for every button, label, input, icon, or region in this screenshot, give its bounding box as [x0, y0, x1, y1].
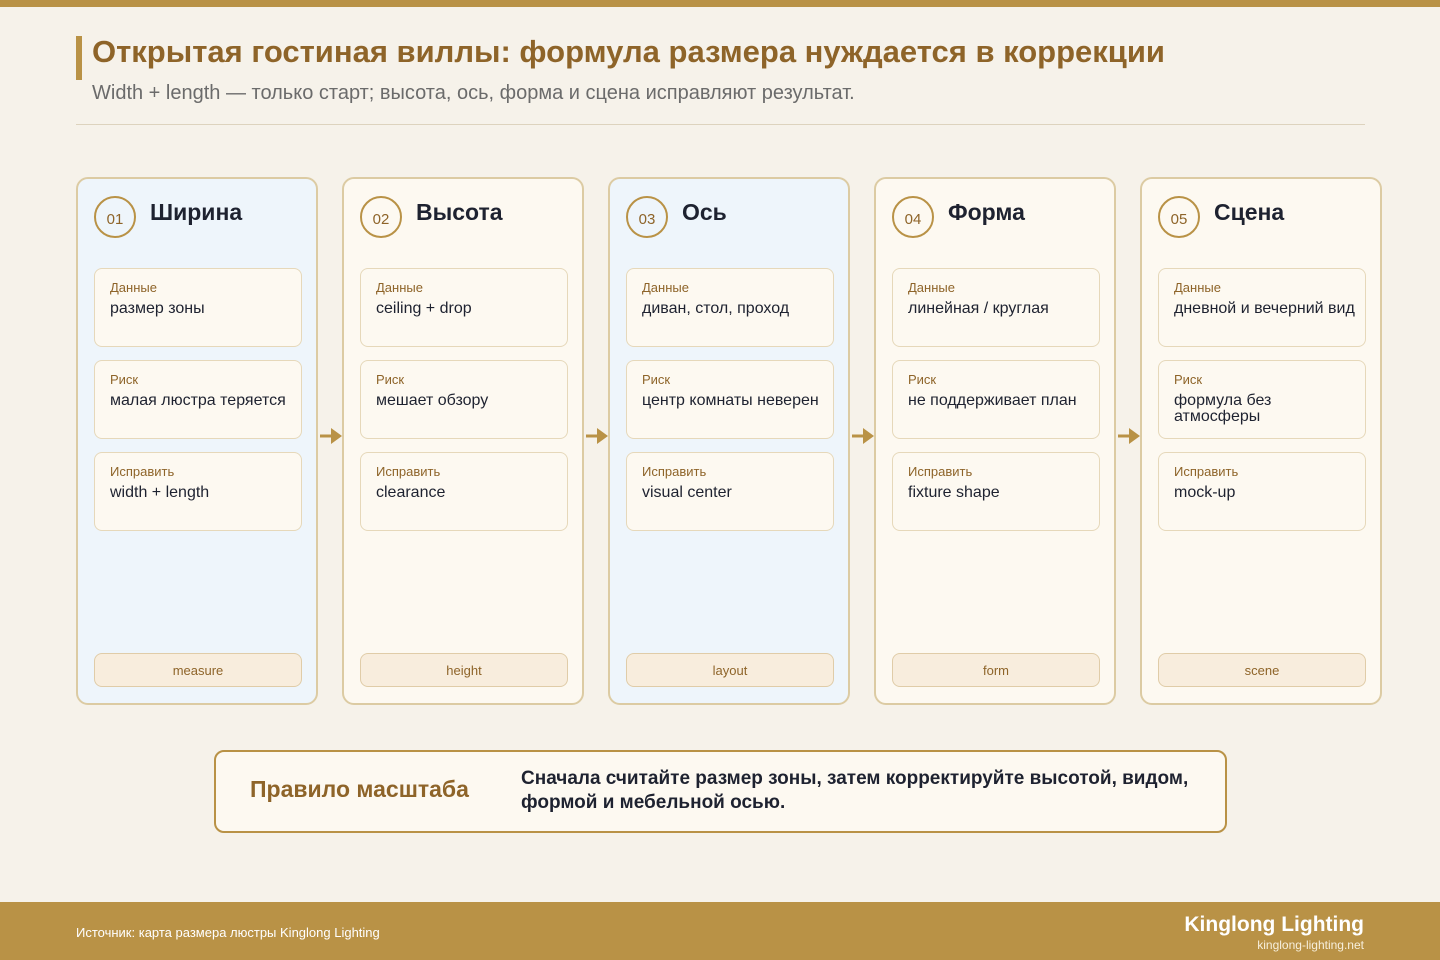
- field-label: Данные: [642, 280, 689, 295]
- field-value: clearance: [376, 484, 446, 501]
- field-label: Риск: [376, 372, 405, 387]
- fix-field: Исправить visual center: [626, 452, 834, 531]
- field-label: Исправить: [110, 464, 175, 479]
- field-label: Данные: [1174, 280, 1221, 295]
- step-number: 02: [360, 196, 402, 238]
- arrow-right-icon: [1118, 428, 1140, 444]
- field-label: Данные: [110, 280, 157, 295]
- step-card-scene: 05 Сцена Данные дневной и вечерний вид Р…: [1140, 177, 1382, 705]
- field-label: Исправить: [642, 464, 707, 479]
- step-number: 05: [1158, 196, 1200, 238]
- fix-field: Исправить width + length: [94, 452, 302, 531]
- field-value: visual center: [642, 484, 732, 501]
- step-tag: scene: [1158, 653, 1366, 687]
- field-value: mock-up: [1174, 484, 1236, 501]
- data-field: Данные размер зоны: [94, 268, 302, 347]
- field-value: дневной и вечерний вид: [1174, 300, 1355, 317]
- step-title: Ширина: [150, 199, 243, 225]
- field-label: Исправить: [1174, 464, 1239, 479]
- data-field: Данные ceiling + drop: [360, 268, 568, 347]
- field-label: Данные: [908, 280, 955, 295]
- step-card-height: 02 Высота Данные ceiling + drop Риск меш…: [342, 177, 584, 705]
- risk-field: Риск не поддерживает план: [892, 360, 1100, 439]
- field-value: width + length: [110, 484, 210, 501]
- field-label: Риск: [642, 372, 671, 387]
- field-value: ceiling + drop: [376, 300, 472, 317]
- arrow-right-icon: [852, 428, 874, 444]
- source-note: Источник: карта размера люстры Kinglong …: [76, 925, 380, 940]
- step-card-axis: 03 Ось Данные диван, стол, проход Риск ц…: [608, 177, 850, 705]
- field-value: центр комнаты неверен: [642, 392, 819, 409]
- risk-field: Риск формула без атмосферы: [1158, 360, 1366, 439]
- step-tag: measure: [94, 653, 302, 687]
- risk-field: Риск центр комнаты неверен: [626, 360, 834, 439]
- data-field: Данные диван, стол, проход: [626, 268, 834, 347]
- scale-rule-box: Правило масштаба Сначала считайте размер…: [214, 750, 1227, 833]
- data-field: Данные дневной и вечерний вид: [1158, 268, 1366, 347]
- field-label: Риск: [110, 372, 139, 387]
- field-label: Риск: [1174, 372, 1203, 387]
- step-title: Сцена: [1214, 199, 1285, 225]
- page-title: Открытая гостиная виллы: формула размера…: [92, 34, 1165, 69]
- step-number: 04: [892, 196, 934, 238]
- step-tag: height: [360, 653, 568, 687]
- brand-name: Kinglong Lighting: [1184, 913, 1364, 936]
- rule-title: Правило масштаба: [250, 776, 469, 802]
- field-value: малая люстра теряется: [110, 392, 286, 409]
- risk-field: Риск малая люстра теряется: [94, 360, 302, 439]
- page-subtitle: Width + length — только старт; высота, о…: [92, 82, 855, 104]
- arrow-right-icon: [586, 428, 608, 444]
- field-value: формула без атмосферы: [1174, 392, 1272, 425]
- top-accent-bar: [0, 0, 1440, 7]
- data-field: Данные линейная / круглая: [892, 268, 1100, 347]
- field-value: мешает обзору: [376, 392, 489, 409]
- title-accent-bar: [76, 36, 82, 80]
- risk-field: Риск мешает обзору: [360, 360, 568, 439]
- step-number: 01: [94, 196, 136, 238]
- rule-text: Сначала считайте размер зоны, затем корр…: [521, 768, 1189, 813]
- field-value: fixture shape: [908, 484, 1000, 501]
- header-divider: [76, 124, 1365, 125]
- footer: Источник: карта размера люстры Kinglong …: [0, 902, 1440, 960]
- field-value: размер зоны: [110, 300, 205, 317]
- field-value: не поддерживает план: [908, 392, 1077, 409]
- field-label: Риск: [908, 372, 937, 387]
- fix-field: Исправить fixture shape: [892, 452, 1100, 531]
- step-title: Форма: [948, 199, 1025, 225]
- step-number: 03: [626, 196, 668, 238]
- arrow-right-icon: [320, 428, 342, 444]
- field-label: Исправить: [908, 464, 973, 479]
- fix-field: Исправить mock-up: [1158, 452, 1366, 531]
- brand-website: kinglong-lighting.net: [1257, 938, 1364, 952]
- field-label: Исправить: [376, 464, 441, 479]
- step-card-form: 04 Форма Данные линейная / круглая Риск …: [874, 177, 1116, 705]
- field-value: линейная / круглая: [908, 300, 1049, 317]
- step-title: Высота: [416, 199, 503, 225]
- fix-field: Исправить clearance: [360, 452, 568, 531]
- step-title: Ось: [682, 199, 727, 225]
- field-label: Данные: [376, 280, 423, 295]
- step-card-width: 01 Ширина Данные размер зоны Риск малая …: [76, 177, 318, 705]
- step-tag: layout: [626, 653, 834, 687]
- step-tag: form: [892, 653, 1100, 687]
- field-value: диван, стол, проход: [642, 300, 790, 317]
